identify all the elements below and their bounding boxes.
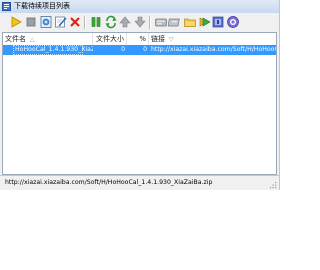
cell-filename: HoHooCal_1.4.1.930_XiaZ... bbox=[15, 46, 93, 53]
column-label: 链接 bbox=[151, 35, 165, 43]
toolbar-separator bbox=[84, 16, 86, 29]
export-icon bbox=[168, 15, 182, 29]
move-up-button[interactable] bbox=[118, 15, 132, 29]
cell-link: http://xiazai.xiazaiba.com/Soft/H/HoHooC… bbox=[151, 46, 276, 53]
toolbar bbox=[0, 13, 279, 32]
refresh-icon bbox=[104, 15, 118, 29]
stop-button[interactable] bbox=[24, 15, 38, 29]
download-list[interactable]: 文件名 △ 文件大小 % 链接 ▽ HoHooCal_1.4.1.930_XiaZ.… bbox=[2, 32, 277, 175]
schedule-button[interactable] bbox=[197, 15, 211, 29]
play-icon bbox=[9, 15, 23, 29]
edit-button[interactable] bbox=[54, 15, 68, 29]
sort-indicator: ▽ bbox=[169, 36, 174, 43]
pause-icon bbox=[89, 15, 103, 29]
column-label: 文件名 bbox=[5, 35, 26, 43]
resize-grip-icon[interactable] bbox=[269, 181, 277, 189]
help-button[interactable] bbox=[211, 15, 225, 29]
properties-icon bbox=[39, 15, 53, 29]
schedule-icon bbox=[197, 15, 211, 29]
cell-percent: 0 bbox=[143, 46, 147, 53]
table-row[interactable]: HoHooCal_1.4.1.930_XiaZ... 0 0 http://xi… bbox=[3, 45, 276, 55]
folder-icon bbox=[183, 15, 197, 29]
refresh-button[interactable] bbox=[104, 15, 118, 29]
toolbar-separator bbox=[149, 16, 151, 29]
column-label: 文件大小 bbox=[96, 35, 124, 43]
download-queue-window: 下载待续项目列表 文件名 △ 文件大小 % 链接 ▽ HoHooCal_1.4.… bbox=[0, 0, 280, 190]
column-header-percent[interactable]: % bbox=[127, 33, 149, 45]
edit-icon bbox=[54, 15, 68, 29]
start-download-button[interactable] bbox=[9, 15, 23, 29]
stop-icon bbox=[24, 15, 38, 29]
about-button[interactable] bbox=[226, 15, 240, 29]
cell-size: 0 bbox=[121, 46, 125, 53]
delete-button[interactable] bbox=[68, 15, 82, 29]
move-down-button[interactable] bbox=[133, 15, 147, 29]
about-icon bbox=[226, 15, 240, 29]
properties-button[interactable] bbox=[39, 15, 53, 29]
window-title: 下载待续项目列表 bbox=[14, 2, 70, 10]
sort-indicator: △ bbox=[30, 36, 35, 43]
open-folder-button[interactable] bbox=[183, 15, 197, 29]
import-icon bbox=[154, 15, 168, 29]
title-bar[interactable]: 下载待续项目列表 bbox=[0, 0, 279, 14]
status-bar: http://xiazai.xiazaiba.com/Soft/H/HoHooC… bbox=[0, 175, 279, 190]
arrow-up-icon bbox=[118, 15, 132, 29]
column-header-link[interactable]: 链接 ▽ bbox=[149, 33, 276, 45]
app-icon bbox=[2, 2, 11, 11]
column-header-filename[interactable]: 文件名 △ bbox=[3, 33, 93, 45]
arrow-down-icon bbox=[133, 15, 147, 29]
export-button[interactable] bbox=[168, 15, 182, 29]
import-button[interactable] bbox=[154, 15, 168, 29]
pause-button[interactable] bbox=[89, 15, 103, 29]
help-icon bbox=[211, 15, 225, 29]
column-header-size[interactable]: 文件大小 bbox=[93, 33, 127, 45]
delete-icon bbox=[68, 15, 82, 29]
status-text: http://xiazai.xiazaiba.com/Soft/H/HoHooC… bbox=[5, 179, 213, 186]
column-label: % bbox=[139, 35, 146, 43]
